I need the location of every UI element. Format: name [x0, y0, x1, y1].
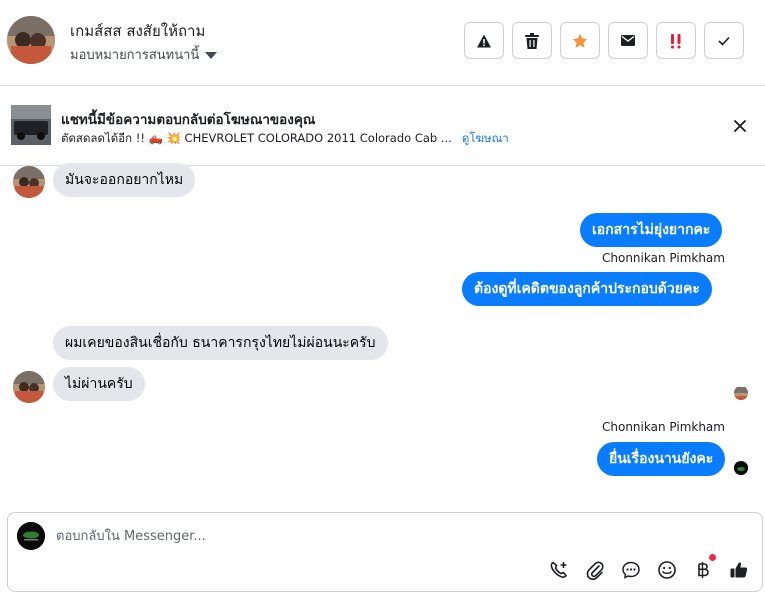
payment-button[interactable] — [692, 554, 716, 581]
saved-replies-button[interactable] — [620, 559, 642, 581]
paperclip-icon — [586, 561, 604, 580]
sender-name: Chonnikan Pimkham — [602, 251, 725, 265]
ad-reply-banner: แชทนี้มีข้อความตอบกลับต่อโฆษณาของคุณ ตัด… — [0, 86, 765, 166]
thumbs-up-icon — [730, 562, 748, 578]
view-ad-link[interactable]: ดูโฆษณา — [462, 130, 509, 148]
emoji-icon — [658, 561, 676, 579]
report-spam-button[interactable] — [464, 22, 504, 59]
assign-conversation-dropdown[interactable]: มอบหมายการสนทนานี้ — [70, 44, 218, 65]
star-button[interactable] — [560, 22, 600, 59]
trash-icon — [525, 32, 539, 49]
reply-input[interactable] — [56, 526, 706, 546]
assign-label: มอบหมายการสนทนานี้ — [70, 48, 200, 63]
follow-up-button[interactable] — [656, 22, 696, 59]
contact-avatar-small — [13, 166, 45, 198]
seen-receipt-avatar — [734, 461, 748, 475]
like-button[interactable] — [728, 559, 750, 581]
caret-down-icon — [205, 51, 218, 59]
warning-icon — [477, 34, 491, 47]
page-avatar — [17, 522, 45, 550]
conversation-header: เกมส์สส สงสัยให้ถาม มอบหมายการสนทนานี้ — [0, 0, 765, 86]
contact-avatar-small — [13, 371, 45, 403]
contact-name[interactable]: เกมส์สส สงสัยให้ถาม — [70, 19, 205, 43]
message-thread[interactable]: มันจะออกอยากไหม เอกสารไม่ยุ่งยากคะ Chonn… — [0, 163, 765, 506]
ad-thumbnail[interactable] — [11, 105, 51, 145]
incoming-message[interactable]: ไม่ผ่านครับ — [53, 367, 145, 401]
incoming-message[interactable]: ผมเคยของสินเชื่อกับ ธนาคารกรุงไทยไม่ผ่อน… — [53, 326, 388, 360]
outgoing-message[interactable]: ยื่นเรื่องนานยังคะ — [597, 442, 726, 476]
check-icon — [718, 36, 730, 46]
mark-unread-button[interactable] — [608, 22, 648, 59]
ad-banner-title: แชทนี้มีข้อความตอบกลับต่อโฆษณาของคุณ — [61, 112, 316, 128]
call-add-button[interactable] — [548, 559, 570, 581]
call-add-icon — [550, 561, 567, 578]
saved-reply-icon — [622, 561, 640, 579]
reply-composer — [7, 512, 763, 592]
mark-done-button[interactable] — [704, 22, 744, 59]
star-icon — [572, 33, 588, 48]
emoji-button[interactable] — [656, 559, 678, 581]
sender-name: Chonnikan Pimkham — [602, 420, 725, 434]
outgoing-message[interactable]: เอกสารไม่ยุ่งยากคะ — [580, 213, 723, 247]
envelope-icon — [621, 35, 635, 46]
contact-avatar[interactable] — [7, 16, 55, 64]
exclamation-icon — [671, 33, 681, 48]
attach-file-button[interactable] — [584, 559, 606, 581]
baht-icon — [698, 562, 709, 578]
outgoing-message[interactable]: ต้องดูที่เคดิตของลูกค้าประกอบด้วยคะ — [462, 272, 712, 306]
close-icon[interactable] — [731, 117, 749, 135]
seen-receipt-avatar — [734, 386, 748, 400]
notification-dot — [709, 554, 716, 561]
ad-description: ตัดสดลดได้อีก !! 🛻 💥 CHEVROLET COLORADO … — [61, 131, 452, 145]
delete-button[interactable] — [512, 22, 552, 59]
incoming-message[interactable]: มันจะออกอยากไหม — [53, 163, 196, 197]
